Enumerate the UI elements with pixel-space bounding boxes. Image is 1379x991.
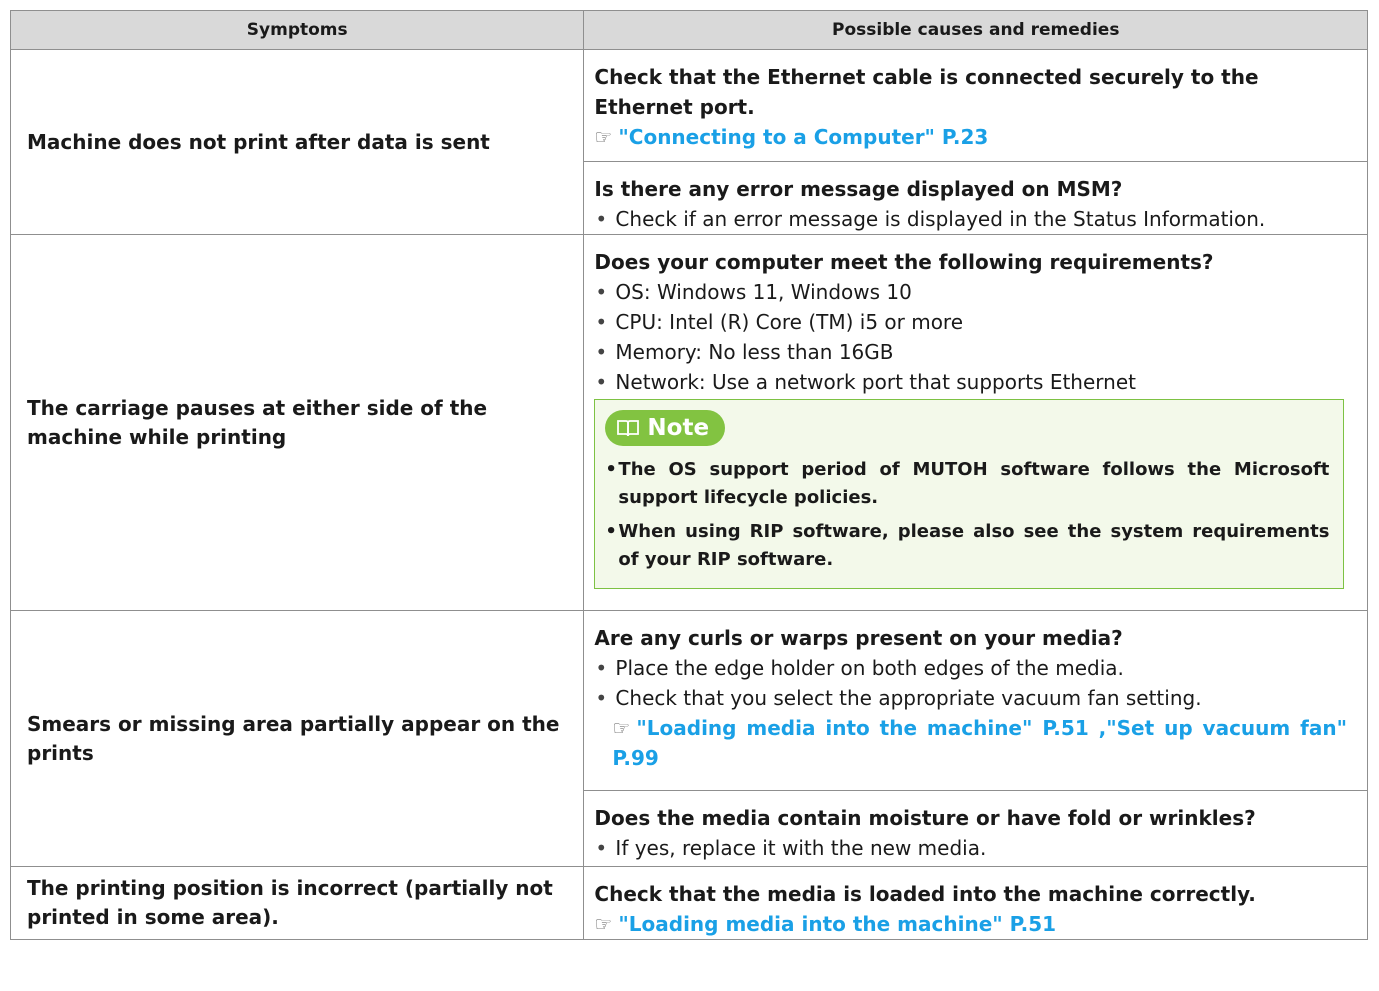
list-item: CPU: Intel (R) Core (TM) i5 or more: [594, 307, 1347, 337]
reference-link-text: "Loading media into the machine" P.51: [618, 912, 1057, 936]
remedy-heading: Does your computer meet the following re…: [594, 250, 1214, 274]
remedy-heading: Check that the media is loaded into the …: [594, 882, 1256, 906]
list-item: Place the edge holder on both edges of t…: [594, 653, 1347, 683]
table-row: Smears or missing area partially appear …: [9, 610, 1368, 867]
book-icon: [617, 419, 640, 437]
header-symptoms: Symptoms: [9, 10, 585, 50]
header-causes: Possible causes and remedies: [583, 10, 1368, 50]
remedy-heading: Is there any error message displayed on …: [594, 177, 1123, 201]
list-item: Check that you select the appropriate va…: [594, 683, 1347, 713]
symptom-cell: Smears or missing area partially appear …: [9, 610, 585, 867]
symptom-cell: The printing position is incorrect (part…: [9, 866, 585, 940]
bullet-list: If yes, replace it with the new media.: [594, 833, 1347, 863]
remedy-cell: Is there any error message displayed on …: [583, 161, 1368, 235]
reference-link-text: "Connecting to a Computer" P.23: [618, 125, 989, 149]
bullet-list: Place the edge holder on both edges of t…: [594, 653, 1347, 713]
pointing-hand-icon: ☞: [612, 716, 631, 740]
list-item: If yes, replace it with the new media.: [594, 833, 1347, 863]
pointing-hand-icon: ☞: [594, 125, 613, 149]
list-item: The OS support period of MUTOH software …: [605, 456, 1329, 512]
list-item: OS: Windows 11, Windows 10: [594, 277, 1347, 307]
remedy-cell: Check that the Ethernet cable is connect…: [583, 49, 1368, 162]
reference-link[interactable]: ☞ "Connecting to a Computer" P.23: [594, 122, 1347, 152]
remedy-cell: Does the media contain moisture or have …: [583, 790, 1368, 867]
note-badge: Note: [605, 410, 726, 446]
reference-link[interactable]: ☞ "Loading media into the machine" P.51: [594, 909, 1347, 939]
table-header-row: Symptoms Possible causes and remedies: [9, 10, 1368, 50]
list-item: When using RIP software, please also see…: [605, 518, 1329, 574]
list-item: Memory: No less than 16GB: [594, 337, 1347, 367]
remedy-heading: Are any curls or warps present on your m…: [594, 626, 1123, 650]
bullet-list: OS: Windows 11, Windows 10 CPU: Intel (R…: [594, 277, 1347, 397]
note-box: Note The OS support period of MUTOH soft…: [594, 399, 1345, 589]
remedy-heading: Check that the Ethernet cable is connect…: [594, 65, 1259, 119]
pointing-hand-icon: ☞: [594, 912, 613, 936]
note-label: Note: [647, 415, 710, 441]
reference-link[interactable]: ☞ "Loading media into the machine" P.51 ,…: [594, 713, 1347, 773]
list-item: Check if an error message is displayed i…: [594, 204, 1347, 234]
list-item: Network: Use a network port that support…: [594, 367, 1347, 397]
remedy-heading: Does the media contain moisture or have …: [594, 806, 1256, 830]
table-row: The printing position is incorrect (part…: [9, 866, 1368, 940]
table-row: Machine does not print after data is sen…: [9, 49, 1368, 235]
bullet-list: Check if an error message is displayed i…: [594, 204, 1347, 234]
symptom-cell: The carriage pauses at either side of th…: [9, 234, 585, 611]
troubleshooting-table: Symptoms Possible causes and remedies Ma…: [9, 10, 1368, 940]
symptom-cell: Machine does not print after data is sen…: [9, 49, 585, 235]
table-row: The carriage pauses at either side of th…: [9, 234, 1368, 611]
reference-link-text: "Loading media into the machine" P.51 ,"…: [612, 716, 1347, 770]
note-list: The OS support period of MUTOH software …: [605, 456, 1329, 574]
remedy-cell: Does your computer meet the following re…: [583, 234, 1368, 611]
remedy-cell: Are any curls or warps present on your m…: [583, 610, 1368, 791]
remedy-cell: Check that the media is loaded into the …: [583, 866, 1368, 940]
